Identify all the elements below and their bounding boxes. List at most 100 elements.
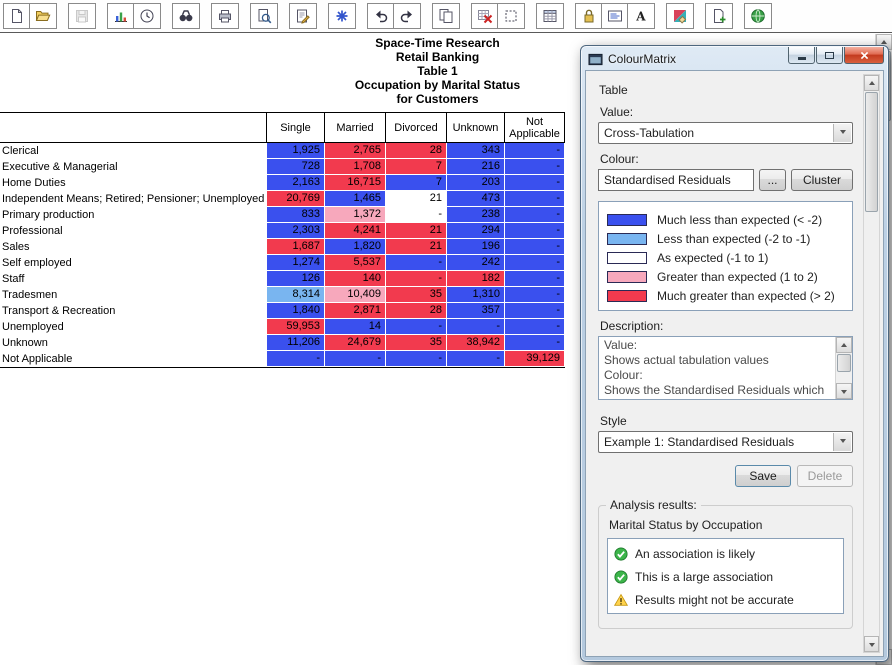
row-label[interactable]: Transport & Recreation xyxy=(0,303,267,319)
column-header[interactable]: Not Applicable xyxy=(505,113,565,142)
table-cell[interactable]: 28 xyxy=(386,143,447,159)
column-header[interactable]: Single xyxy=(267,113,325,142)
table-cell[interactable]: 21 xyxy=(386,191,447,207)
table-cell[interactable]: 2,765 xyxy=(325,143,386,159)
table-cell[interactable]: 21 xyxy=(386,223,447,239)
table-cell[interactable]: 10,409 xyxy=(325,287,386,303)
table-cell[interactable]: - xyxy=(505,335,565,351)
table-cell[interactable]: - xyxy=(386,255,447,271)
font-icon[interactable]: A xyxy=(628,4,654,28)
table-cell[interactable]: 357 xyxy=(447,303,505,319)
undo-icon[interactable] xyxy=(368,4,394,28)
row-label[interactable]: Primary production xyxy=(0,207,267,223)
table-cell[interactable]: - xyxy=(505,143,565,159)
table-cell[interactable]: - xyxy=(505,319,565,335)
scroll-up-icon[interactable] xyxy=(836,337,852,353)
chevron-down-icon[interactable] xyxy=(833,124,851,142)
table-cell[interactable]: 216 xyxy=(447,159,505,175)
dialog-scrollbar[interactable] xyxy=(863,74,880,653)
print-icon[interactable] xyxy=(212,4,238,28)
table-cell[interactable]: 8,314 xyxy=(267,287,325,303)
table-cell[interactable]: 242 xyxy=(447,255,505,271)
new-icon[interactable] xyxy=(4,4,30,28)
row-label[interactable]: Clerical xyxy=(0,143,267,159)
row-label[interactable]: Professional xyxy=(0,223,267,239)
table-cell[interactable]: - xyxy=(267,351,325,367)
column-header[interactable]: Married xyxy=(325,113,386,142)
table-cell[interactable]: - xyxy=(386,319,447,335)
row-label[interactable]: Executive & Managerial xyxy=(0,159,267,175)
dialog-titlebar[interactable]: ColourMatrix xyxy=(585,46,884,70)
lock-icon[interactable] xyxy=(576,4,602,28)
row-label[interactable]: Unemployed xyxy=(0,319,267,335)
table-cell[interactable]: 1,310 xyxy=(447,287,505,303)
table-cell[interactable]: 140 xyxy=(325,271,386,287)
row-label[interactable]: Independent Means; Retired; Pensioner; U… xyxy=(0,191,267,207)
table-cell[interactable]: 1,820 xyxy=(325,239,386,255)
table-cell[interactable]: 238 xyxy=(447,207,505,223)
table-cell[interactable]: 1,687 xyxy=(267,239,325,255)
table-cell[interactable]: - xyxy=(386,271,447,287)
chevron-down-icon[interactable] xyxy=(833,433,851,451)
globe-icon[interactable] xyxy=(745,4,771,28)
table-cell[interactable]: 343 xyxy=(447,143,505,159)
table-cell[interactable]: 20,769 xyxy=(267,191,325,207)
table-cell[interactable]: 35 xyxy=(386,335,447,351)
table-cell[interactable]: 1,708 xyxy=(325,159,386,175)
fields-icon[interactable] xyxy=(602,4,628,28)
table-cell[interactable]: 203 xyxy=(447,175,505,191)
cluster-button[interactable]: Cluster xyxy=(791,169,853,191)
minimize-button[interactable] xyxy=(788,47,815,64)
row-label[interactable]: Staff xyxy=(0,271,267,287)
column-header[interactable]: Divorced xyxy=(386,113,447,142)
table-cell[interactable]: 7 xyxy=(386,175,447,191)
save-button[interactable]: Save xyxy=(735,465,791,487)
table-cell[interactable]: 4,241 xyxy=(325,223,386,239)
table-cell[interactable]: 59,953 xyxy=(267,319,325,335)
add-page-icon[interactable] xyxy=(706,4,732,28)
description-scrollbar[interactable] xyxy=(835,337,852,399)
table-cell[interactable]: - xyxy=(505,207,565,223)
find-icon[interactable] xyxy=(173,4,199,28)
table-cell[interactable]: - xyxy=(505,303,565,319)
row-label[interactable]: Unknown xyxy=(0,335,267,351)
table-cell[interactable]: 1,465 xyxy=(325,191,386,207)
table-cell[interactable]: - xyxy=(505,255,565,271)
table-cell[interactable]: - xyxy=(386,351,447,367)
open-icon[interactable] xyxy=(30,4,56,28)
table-cell[interactable]: 728 xyxy=(267,159,325,175)
browse-button[interactable]: ... xyxy=(759,169,786,191)
colour-field[interactable]: Standardised Residuals xyxy=(598,169,754,191)
table-cell[interactable]: 5,537 xyxy=(325,255,386,271)
table-cell[interactable]: 2,163 xyxy=(267,175,325,191)
scrollbar-thumb[interactable] xyxy=(837,354,851,372)
table-cell[interactable]: 473 xyxy=(447,191,505,207)
table-cell[interactable]: 294 xyxy=(447,223,505,239)
notes-icon[interactable] xyxy=(290,4,316,28)
table-cell[interactable]: - xyxy=(505,191,565,207)
table-cell[interactable]: - xyxy=(447,319,505,335)
close-button[interactable] xyxy=(844,47,884,64)
table-cell[interactable]: 1,274 xyxy=(267,255,325,271)
table-cell[interactable]: - xyxy=(505,239,565,255)
table-cell[interactable]: 7 xyxy=(386,159,447,175)
table-cell[interactable]: 1,925 xyxy=(267,143,325,159)
table-cell[interactable]: 16,715 xyxy=(325,175,386,191)
table-cell[interactable]: - xyxy=(505,159,565,175)
table-cell[interactable]: 11,206 xyxy=(267,335,325,351)
table-cell[interactable]: - xyxy=(505,271,565,287)
scroll-down-icon[interactable] xyxy=(864,636,879,652)
table-cell[interactable]: 182 xyxy=(447,271,505,287)
clock-icon[interactable] xyxy=(134,4,160,28)
table-cell[interactable]: 24,679 xyxy=(325,335,386,351)
row-label[interactable]: Tradesmen xyxy=(0,287,267,303)
copy-icon[interactable] xyxy=(433,4,459,28)
delete-table-icon[interactable] xyxy=(472,4,498,28)
table-cell[interactable]: 35 xyxy=(386,287,447,303)
chart-icon[interactable] xyxy=(108,4,134,28)
select-region-icon[interactable] xyxy=(498,4,524,28)
table-cell[interactable]: 39,129 xyxy=(505,351,565,367)
table-cell[interactable]: - xyxy=(505,175,565,191)
row-label[interactable]: Sales xyxy=(0,239,267,255)
scroll-up-icon[interactable] xyxy=(864,75,879,91)
